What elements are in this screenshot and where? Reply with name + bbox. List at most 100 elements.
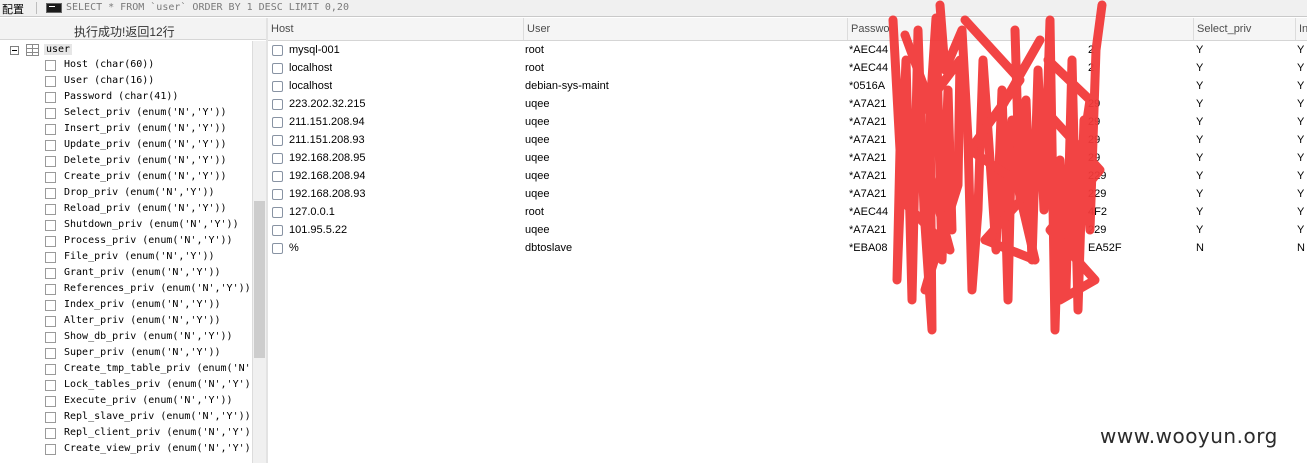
table-row[interactable]: 192.168.208.95 uqee *A7A21 29 Y Y — [268, 150, 1307, 168]
column-checkbox[interactable] — [45, 236, 56, 247]
cell-user[interactable]: root — [525, 44, 544, 56]
cell-password-tail[interactable]: 229 — [1088, 170, 1106, 182]
column-tree-item[interactable]: User (char(16)) — [0, 74, 252, 90]
cell-password[interactable]: *A7A21 — [849, 98, 886, 110]
cell-password-tail[interactable]: EA52F — [1088, 242, 1122, 254]
cell-select-priv[interactable]: Y — [1196, 62, 1203, 74]
cell-insert-priv[interactable]: Y — [1297, 224, 1304, 236]
cell-password-tail[interactable]: 29 — [1088, 116, 1100, 128]
cell-host[interactable]: localhost — [289, 62, 332, 74]
table-row[interactable]: 192.168.208.94 uqee *A7A21 229 Y Y — [268, 168, 1307, 186]
cell-select-priv[interactable]: Y — [1196, 152, 1203, 164]
column-checkbox[interactable] — [45, 188, 56, 199]
cell-user[interactable]: uqee — [525, 188, 549, 200]
cell-password[interactable]: *EBA08 — [849, 242, 888, 254]
cell-select-priv[interactable]: Y — [1196, 116, 1203, 128]
cell-select-priv[interactable]: Y — [1196, 80, 1203, 92]
column-checkbox[interactable] — [45, 300, 56, 311]
cell-host[interactable]: mysql-001 — [289, 44, 340, 56]
column-tree-item[interactable]: Reload_priv (enum('N','Y')) — [0, 202, 252, 218]
column-tree-item[interactable]: Create_view_priv (enum('N','Y')) — [0, 442, 252, 458]
column-tree-item[interactable]: Insert_priv (enum('N','Y')) — [0, 122, 252, 138]
cell-password-tail[interactable]: 2 — [1088, 44, 1094, 56]
column-tree-item[interactable]: Show_db_priv (enum('N','Y')) — [0, 330, 252, 346]
column-checkbox[interactable] — [45, 76, 56, 87]
column-header-user[interactable]: User — [524, 18, 848, 40]
cell-password[interactable]: *A7A21 — [849, 116, 886, 128]
cell-insert-priv[interactable]: Y — [1297, 44, 1304, 56]
column-checkbox[interactable] — [45, 380, 56, 391]
cell-user[interactable]: uqee — [525, 170, 549, 182]
table-row[interactable]: 127.0.0.1 root *AEC44 4F2 Y Y — [268, 204, 1307, 222]
cell-user[interactable]: uqee — [525, 98, 549, 110]
column-checkbox[interactable] — [45, 396, 56, 407]
cell-host[interactable]: 192.168.208.94 — [289, 170, 365, 182]
cell-password[interactable]: *A7A21 — [849, 188, 886, 200]
cell-insert-priv[interactable]: Y — [1297, 116, 1304, 128]
column-tree-item[interactable]: Repl_slave_priv (enum('N','Y')) — [0, 410, 252, 426]
cell-host[interactable]: 211.151.208.94 — [289, 116, 365, 128]
cell-host[interactable]: 101.95.5.22 — [289, 224, 347, 236]
column-tree-item[interactable]: File_priv (enum('N','Y')) — [0, 250, 252, 266]
column-tree-item[interactable]: Password (char(41)) — [0, 90, 252, 106]
cell-host[interactable]: 127.0.0.1 — [289, 206, 335, 218]
cell-password-tail[interactable]: 229 — [1088, 188, 1106, 200]
cell-user[interactable]: uqee — [525, 152, 549, 164]
cell-password-tail[interactable]: 29 — [1088, 134, 1100, 146]
tree-scrollbar-thumb[interactable] — [254, 201, 265, 358]
column-checkbox[interactable] — [45, 156, 56, 167]
column-tree-item[interactable]: Host (char(60)) — [0, 58, 252, 74]
cell-user[interactable]: root — [525, 206, 544, 218]
column-tree-item[interactable]: Super_priv (enum('N','Y')) — [0, 346, 252, 362]
column-tree-item[interactable]: Index_priv (enum('N','Y')) — [0, 298, 252, 314]
cell-host[interactable]: localhost — [289, 80, 332, 92]
column-tree-item[interactable]: Execute_priv (enum('N','Y')) — [0, 394, 252, 410]
column-checkbox[interactable] — [45, 124, 56, 135]
cell-insert-priv[interactable]: N — [1297, 242, 1305, 254]
collapse-icon[interactable] — [10, 46, 19, 55]
table-row[interactable]: localhost debian-sys-maint *0516A Y Y — [268, 78, 1307, 96]
column-tree-item[interactable]: Drop_priv (enum('N','Y')) — [0, 186, 252, 202]
cell-user[interactable]: uqee — [525, 116, 549, 128]
column-checkbox[interactable] — [45, 348, 56, 359]
column-checkbox[interactable] — [45, 140, 56, 151]
cell-insert-priv[interactable]: Y — [1297, 188, 1304, 200]
column-header-host[interactable]: Host — [268, 18, 524, 40]
column-checkbox[interactable] — [45, 428, 56, 439]
cell-insert-priv[interactable]: Y — [1297, 134, 1304, 146]
column-tree-item[interactable]: Grant_priv (enum('N','Y')) — [0, 266, 252, 282]
cell-select-priv[interactable]: Y — [1196, 134, 1203, 146]
cell-insert-priv[interactable]: Y — [1297, 62, 1304, 74]
cell-select-priv[interactable]: Y — [1196, 206, 1203, 218]
cell-select-priv[interactable]: Y — [1196, 224, 1203, 236]
column-checkbox[interactable] — [45, 332, 56, 343]
column-checkbox[interactable] — [45, 60, 56, 71]
column-tree-item[interactable]: Process_priv (enum('N','Y')) — [0, 234, 252, 250]
cell-host[interactable]: 192.168.208.95 — [289, 152, 365, 164]
table-row[interactable]: 192.168.208.93 uqee *A7A21 229 Y Y — [268, 186, 1307, 204]
column-tree-item[interactable]: Select_priv (enum('N','Y')) — [0, 106, 252, 122]
table-row[interactable]: 223.202.32.215 uqee *A7A21 29 Y Y — [268, 96, 1307, 114]
cell-password[interactable]: *AEC44 — [849, 44, 888, 56]
cell-host[interactable]: 211.151.208.93 — [289, 134, 365, 146]
cell-password[interactable]: *A7A21 — [849, 170, 886, 182]
cell-select-priv[interactable]: Y — [1196, 98, 1203, 110]
cell-password[interactable]: *A7A21 — [849, 134, 886, 146]
cell-password-tail[interactable]: 2 — [1088, 62, 1094, 74]
cell-user[interactable]: debian-sys-maint — [525, 80, 609, 92]
cell-password[interactable]: *AEC44 — [849, 206, 888, 218]
column-tree-item[interactable]: Update_priv (enum('N','Y')) — [0, 138, 252, 154]
cell-host[interactable]: % — [289, 242, 299, 254]
table-row[interactable]: 211.151.208.94 uqee *A7A21 29 Y Y — [268, 114, 1307, 132]
cell-password-tail[interactable]: 229 — [1088, 224, 1106, 236]
tree-scrollbar[interactable] — [252, 41, 266, 463]
table-row[interactable]: mysql-001 root *AEC44 2 Y Y — [268, 42, 1307, 60]
column-header-select-priv[interactable]: Select_priv — [1194, 18, 1296, 40]
column-checkbox[interactable] — [45, 252, 56, 263]
column-checkbox[interactable] — [45, 108, 56, 119]
column-checkbox[interactable] — [45, 92, 56, 103]
column-tree-item[interactable]: Shutdown_priv (enum('N','Y')) — [0, 218, 252, 234]
cell-select-priv[interactable]: Y — [1196, 170, 1203, 182]
column-checkbox[interactable] — [45, 172, 56, 183]
cell-password[interactable]: *A7A21 — [849, 152, 886, 164]
